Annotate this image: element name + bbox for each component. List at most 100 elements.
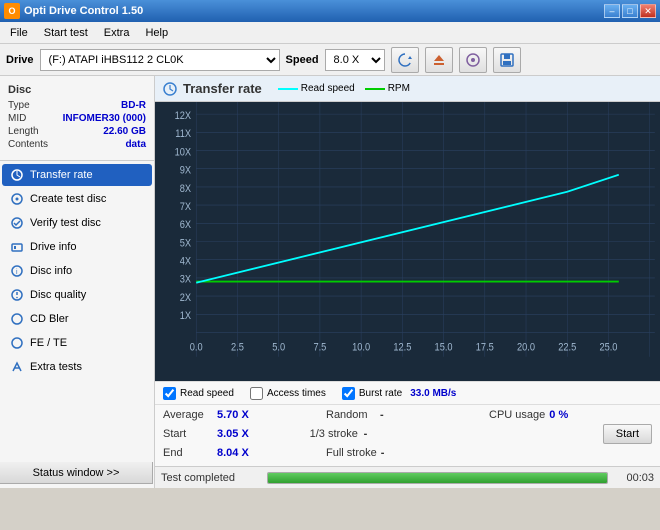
svg-text:5.0: 5.0 [272,342,285,354]
sidebar: Disc Type BD-R MID INFOMER30 (000) Lengt… [0,76,155,488]
full-stroke-val: - [381,447,431,459]
sidebar-item-disc-info[interactable]: i Disc info [2,260,152,282]
disc-length-row: Length 22.60 GB [8,126,146,137]
disc-type-key: Type [8,100,30,111]
start-button[interactable]: Start [603,424,652,444]
full-stroke-key: Full stroke [326,447,377,459]
title-text: Opti Drive Control 1.50 [24,5,143,17]
stats-section: Average 5.70 X Random - CPU usage 0 % St… [155,405,660,466]
menu-help[interactable]: Help [139,25,174,41]
access-times-ctrl: Access times [250,387,326,400]
burst-rate-value: 33.0 MB/s [410,388,456,399]
svg-text:7.5: 7.5 [313,342,326,354]
stats-row-2: Start 3.05 X 1/3 stroke - Start [163,424,652,444]
sidebar-item-label: Extra tests [30,361,82,373]
sidebar-item-label: Disc info [30,265,72,277]
access-times-checkbox[interactable] [250,387,263,400]
one-third-val: - [364,428,414,440]
svg-text:17.5: 17.5 [476,342,494,354]
cpu-val: 0 % [549,409,599,421]
menu-extra[interactable]: Extra [98,25,136,41]
svg-text:12.5: 12.5 [393,342,411,354]
sidebar-item-disc-quality[interactable]: Disc quality [2,284,152,306]
burst-rate-checkbox[interactable] [342,387,355,400]
one-third-key: 1/3 stroke [310,428,360,440]
burst-rate-ctrl-label: Burst rate [359,388,402,399]
sidebar-divider [0,160,154,161]
drive-bar: Drive (F:) ATAPI iHBS112 2 CL0K Speed 8.… [0,44,660,76]
sidebar-item-label: Verify test disc [30,217,101,229]
sidebar-item-label: CD Bler [30,313,69,325]
chart-legend: Read speed RPM [278,83,410,94]
start-key: Start [163,428,213,440]
chart-area: 12X 11X 10X 9X 8X 7X 6X 5X 4X 3X 2X 1X 0… [155,102,660,381]
stat-one-third: 1/3 stroke - [310,428,457,440]
drive-select[interactable]: (F:) ATAPI iHBS112 2 CL0K [40,49,280,71]
average-key: Average [163,409,213,421]
chart-icon [163,82,177,96]
title-bar-controls: – □ ✕ [604,4,656,18]
read-speed-checkbox[interactable] [163,387,176,400]
disc-icon-button[interactable] [459,47,487,73]
sidebar-item-cd-bler[interactable]: CD Bler [2,308,152,330]
svg-text:25.0: 25.0 [599,342,617,354]
random-key: Random [326,409,376,421]
menu-file[interactable]: File [4,25,34,41]
content-area: Transfer rate Read speed RPM [155,76,660,488]
disc-length-val: 22.60 GB [103,126,146,137]
stats-row-3: End 8.04 X Full stroke - [163,447,652,459]
svg-text:22.5: 22.5 [558,342,576,354]
svg-text:2.5: 2.5 [231,342,244,354]
disc-type-val: BD-R [121,100,146,111]
rpm-label: RPM [388,83,410,94]
svg-text:10.0: 10.0 [352,342,370,354]
svg-text:1X: 1X [180,311,192,323]
end-val: 8.04 X [217,447,267,459]
read-speed-ctrl: Read speed [163,387,234,400]
sidebar-item-transfer-rate[interactable]: Transfer rate [2,164,152,186]
title-bar-left: O Opti Drive Control 1.50 [4,3,143,19]
create-test-disc-icon [10,192,24,206]
svg-text:7X: 7X [180,201,192,213]
transfer-rate-icon [10,168,24,182]
chart-header: Transfer rate Read speed RPM [155,76,660,102]
disc-type-row: Type BD-R [8,100,146,111]
svg-text:12X: 12X [175,110,192,122]
disc-mid-key: MID [8,113,26,124]
status-window-label: Status window >> [33,467,120,479]
stat-cpu: CPU usage 0 % [489,409,652,421]
progress-bar-fill [268,473,607,483]
speed-select[interactable]: 8.0 X [325,49,385,71]
sidebar-item-verify-test-disc[interactable]: Verify test disc [2,212,152,234]
eject-button[interactable] [425,47,453,73]
title-bar: O Opti Drive Control 1.50 – □ ✕ [0,0,660,22]
svg-text:4X: 4X [180,256,192,268]
disc-section: Disc Type BD-R MID INFOMER30 (000) Lengt… [0,80,154,158]
average-val: 5.70 X [217,409,267,421]
refresh-button[interactable] [391,47,419,73]
sidebar-item-create-test-disc[interactable]: Create test disc [2,188,152,210]
main-layout: Disc Type BD-R MID INFOMER30 (000) Lengt… [0,76,660,488]
chart-svg: 12X 11X 10X 9X 8X 7X 6X 5X 4X 3X 2X 1X 0… [155,102,660,381]
minimize-button[interactable]: – [604,4,620,18]
disc-contents-row: Contents data [8,139,146,150]
svg-text:6X: 6X [180,220,192,232]
drive-label: Drive [6,54,34,66]
disc-quality-icon [10,288,24,302]
maximize-button[interactable]: □ [622,4,638,18]
svg-text:i: i [16,269,18,276]
svg-text:20.0: 20.0 [517,342,535,354]
stat-full-stroke: Full stroke - [326,447,489,459]
sidebar-item-fe-te[interactable]: FE / TE [2,332,152,354]
sidebar-item-extra-tests[interactable]: Extra tests [2,356,152,378]
close-button[interactable]: ✕ [640,4,656,18]
sidebar-item-drive-info[interactable]: Drive info [2,236,152,258]
svg-text:10X: 10X [175,147,192,159]
svg-text:9X: 9X [180,165,192,177]
disc-contents-key: Contents [8,139,48,150]
save-button[interactable] [493,47,521,73]
cpu-key: CPU usage [489,409,545,421]
menu-start-test[interactable]: Start test [38,25,94,41]
status-text: Test completed [161,472,261,484]
status-window-button[interactable]: Status window >> [0,462,153,484]
